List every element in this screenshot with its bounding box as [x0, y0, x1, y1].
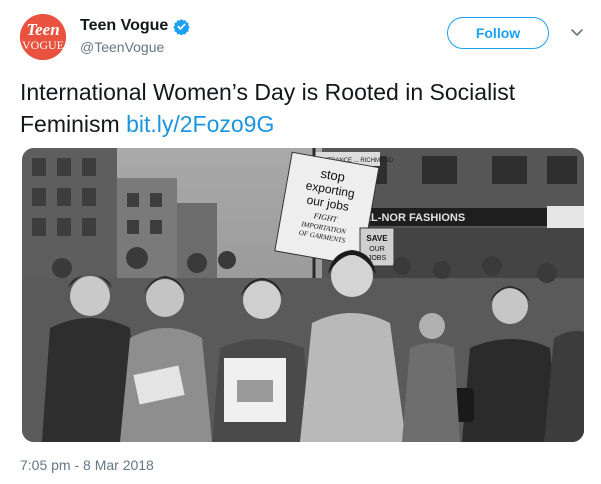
small-sign-1: SAVE — [366, 234, 388, 243]
tweet-link[interactable]: bit.ly/2Fozo9G — [126, 111, 274, 137]
tweet-timestamp[interactable]: 7:05 pm - 8 Mar 2018 — [20, 457, 154, 473]
account-info: Teen Vogue @TeenVogue — [80, 17, 191, 55]
avatar[interactable]: Teen VOGUE — [20, 14, 66, 60]
avatar-text-bottom: VOGUE — [22, 38, 64, 52]
account-handle[interactable]: @TeenVogue — [80, 39, 190, 55]
tweet-header: Teen VOGUE Teen Vogue @TeenVogue Follow — [20, 14, 585, 64]
teen-vogue-logo-icon: Teen VOGUE — [20, 14, 66, 60]
display-name[interactable]: Teen Vogue — [80, 17, 168, 35]
avatar-text-top: Teen — [26, 20, 59, 39]
small-sign-2: OUR — [369, 246, 385, 253]
protest-photo-illustration: ELL-NOR FASHIONS ENTRANCE ... RICHMOND s… — [22, 148, 584, 442]
follow-button[interactable]: Follow — [447, 17, 549, 49]
chevron-down-icon[interactable] — [569, 24, 585, 40]
tweet-photo[interactable]: ELL-NOR FASHIONS ENTRANCE ... RICHMOND s… — [22, 148, 584, 442]
tweet-text: International Women’s Day is Rooted in S… — [20, 76, 580, 140]
storefront-sign: ELL-NOR FASHIONS — [357, 212, 465, 224]
verified-badge-icon — [173, 18, 191, 35]
